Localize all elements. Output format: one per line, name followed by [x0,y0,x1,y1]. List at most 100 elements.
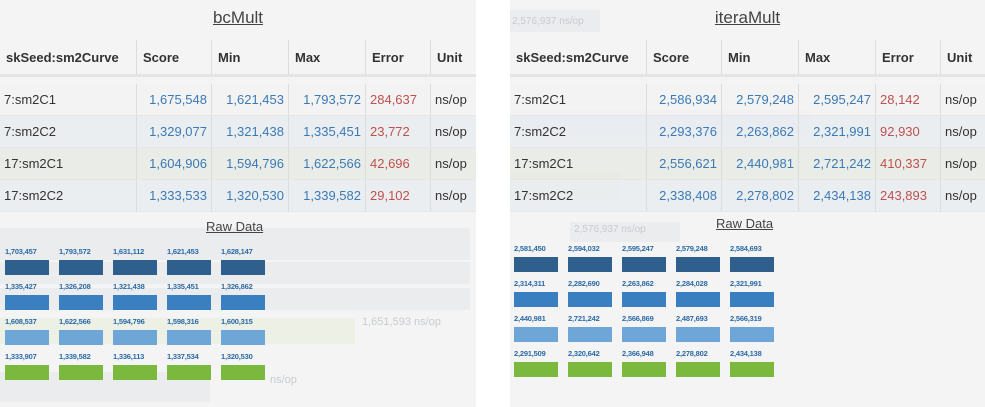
col-header-param[interactable]: skSeed:sm2Curve [0,40,137,77]
raw-data-cell[interactable]: 1,622,566 [59,316,105,345]
raw-data-cell[interactable]: 1,608,537 [5,316,51,345]
raw-data-cell[interactable]: 2,584,693 [730,243,776,272]
raw-data-cell[interactable]: 2,581,450 [514,243,560,272]
raw-data-cell[interactable]: 2,434,138 [730,348,776,377]
param-cell: 17:sm2C1 [510,147,647,180]
raw-value-label: 2,566,869 [622,314,654,323]
col-header-unit[interactable]: Unit [430,40,476,77]
raw-data-cell[interactable]: 2,566,319 [730,313,776,342]
raw-data-cell[interactable]: 2,566,869 [622,313,668,342]
raw-data-cell[interactable]: 2,284,028 [676,278,722,307]
table-row[interactable]: 7:sm2C2 1,329,077 1,321,438 1,335,451 23,772… [0,115,476,148]
score-cell: 1,329,077 [136,115,212,148]
raw-data-cell[interactable]: 1,594,796 [113,316,159,345]
benchmark-title[interactable]: bcMult [0,8,476,28]
benchmark-title[interactable]: iteraMult [510,8,985,28]
raw-data-cell[interactable]: 1,335,427 [5,281,51,310]
raw-value-bar [221,365,265,380]
raw-value-bar [730,257,774,272]
col-header-min[interactable]: Min [211,40,289,77]
raw-value-label: 2,263,862 [622,279,654,288]
table-row[interactable]: 7:sm2C1 2,586,934 2,579,248 2,595,247 28,142… [510,84,985,116]
raw-data-cell[interactable]: 2,487,693 [676,313,722,342]
table-row[interactable]: 7:sm2C1 1,675,548 1,621,453 1,793,572 284,63… [0,84,476,116]
raw-value-label: 2,566,319 [730,314,762,323]
raw-value-bar [167,365,211,380]
unit-cell: ns/op [430,84,476,116]
raw-data-cell[interactable]: 1,703,457 [5,246,51,275]
raw-data-title: Raw Data [206,219,264,234]
max-cell: 2,434,138 [798,179,876,212]
raw-value-label: 2,579,248 [676,244,708,253]
raw-data-cell[interactable]: 1,339,582 [59,351,105,380]
raw-data-cell[interactable]: 1,628,147 [221,246,267,275]
raw-value-bar [113,365,157,380]
col-header-error[interactable]: Error [875,40,941,77]
raw-value-label: 2,314,311 [514,279,546,288]
raw-data-cell[interactable]: 2,314,311 [514,278,560,307]
raw-data-cell[interactable]: 1,333,907 [5,351,51,380]
raw-value-label: 1,594,796 [113,317,145,326]
raw-data-cell[interactable]: 1,621,453 [167,246,213,275]
unit-cell: ns/op [940,84,985,116]
raw-data-cell[interactable]: 1,631,112 [113,246,159,275]
raw-value-label: 1,336,113 [113,352,145,361]
min-cell: 1,320,530 [211,179,289,212]
table-row[interactable]: 17:sm2C2 2,338,408 2,278,802 2,434,138 243,8… [510,179,985,212]
col-header-unit[interactable]: Unit [940,40,985,77]
raw-data-cell[interactable]: 1,336,113 [113,351,159,380]
table-spacer [0,75,476,84]
raw-data-cell[interactable]: 2,278,802 [676,348,722,377]
col-header-param[interactable]: skSeed:sm2Curve [510,40,647,77]
table-row[interactable]: 17:sm2C2 1,333,533 1,320,530 1,339,582 29,10… [0,179,476,212]
min-cell: 2,440,981 [721,147,799,180]
raw-data-cell[interactable]: 2,595,247 [622,243,668,272]
col-header-max[interactable]: Max [288,40,366,77]
raw-data-cell[interactable]: 2,721,242 [568,313,614,342]
col-header-min[interactable]: Min [721,40,799,77]
score-cell: 2,586,934 [646,84,722,116]
raw-data-cell[interactable]: 2,291,509 [514,348,560,377]
raw-value-bar [730,292,774,307]
table-spacer [510,75,985,84]
raw-value-bar [568,327,612,342]
score-cell: 2,293,376 [646,115,722,148]
raw-data-cell[interactable]: 1,600,315 [221,316,267,345]
error-cell: 23,772 [365,115,431,148]
raw-data-cell[interactable]: 2,579,248 [676,243,722,272]
col-header-max[interactable]: Max [798,40,876,77]
raw-data-cell[interactable]: 1,337,534 [167,351,213,380]
raw-data-cell[interactable]: 2,282,690 [568,278,614,307]
col-header-score[interactable]: Score [136,40,212,77]
background-unit-label: ns/op [270,374,297,386]
raw-data-cell[interactable]: 2,366,948 [622,348,668,377]
raw-value-label: 1,598,316 [167,317,199,326]
raw-data-cell[interactable]: 1,326,208 [59,281,105,310]
raw-data-cell[interactable]: 1,321,438 [113,281,159,310]
raw-data-cell[interactable]: 1,335,451 [167,281,213,310]
raw-data-cell[interactable]: 2,594,032 [568,243,614,272]
table-row[interactable]: 17:sm2C1 1,604,906 1,594,796 1,622,566 42,69… [0,147,476,180]
raw-data-cell[interactable]: 2,440,981 [514,313,560,342]
table-row[interactable]: 7:sm2C2 2,293,376 2,263,862 2,321,991 92,930… [510,115,985,148]
raw-data-cell[interactable]: 2,320,642 [568,348,614,377]
raw-value-label: 2,291,509 [514,349,546,358]
raw-data-cell[interactable]: 2,321,991 [730,278,776,307]
score-cell: 2,556,621 [646,147,722,180]
col-header-error[interactable]: Error [365,40,431,77]
raw-value-bar [568,362,612,377]
raw-value-label: 2,595,247 [622,244,654,253]
raw-data-cell[interactable]: 1,598,316 [167,316,213,345]
raw-data-cell[interactable]: 1,326,862 [221,281,267,310]
error-cell: 29,102 [365,179,431,212]
raw-value-bar [59,260,103,275]
raw-data-cell[interactable]: 1,793,572 [59,246,105,275]
raw-value-label: 1,337,534 [167,352,199,361]
raw-data-cell[interactable]: 1,320,530 [221,351,267,380]
col-header-score[interactable]: Score [646,40,722,77]
raw-value-bar [514,362,558,377]
raw-data-cell[interactable]: 2,263,862 [622,278,668,307]
score-cell: 1,675,548 [136,84,212,116]
table-row[interactable]: 17:sm2C1 2,556,621 2,440,981 2,721,242 410,3… [510,147,985,180]
param-cell: 17:sm2C2 [510,179,647,212]
